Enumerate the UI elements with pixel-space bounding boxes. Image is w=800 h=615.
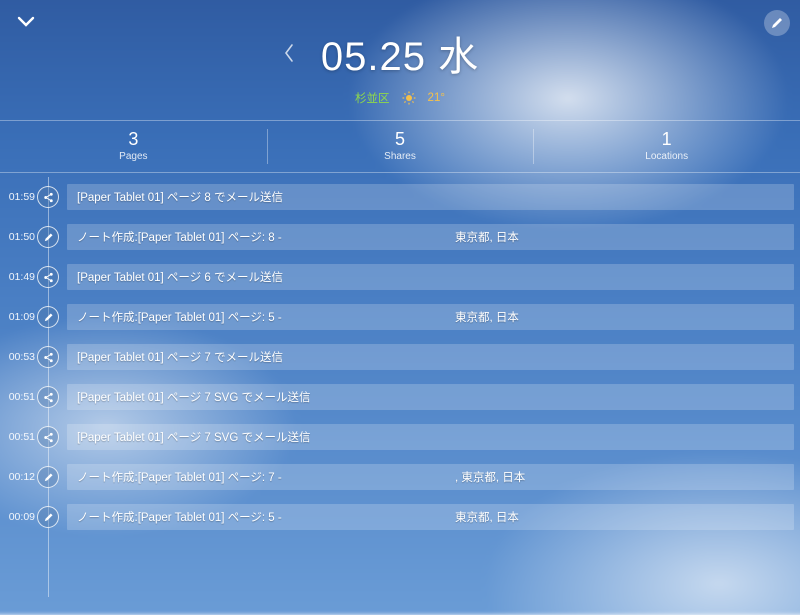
chevron-left-icon (283, 42, 295, 64)
timeline-entry[interactable]: 00:51 [Paper Tablet 01] ページ 7 SVG でメール送信 (0, 377, 800, 417)
entry-text: ノート作成:[Paper Tablet 01] ページ: 8 - (77, 229, 282, 245)
pencil-icon (37, 506, 59, 528)
prev-day-button[interactable] (283, 42, 295, 64)
entry-text: [Paper Tablet 01] ページ 7 SVG でメール送信 (77, 429, 310, 445)
entry-text: ノート作成:[Paper Tablet 01] ページ: 7 - (77, 469, 282, 485)
entry-bar: [Paper Tablet 01] ページ 6 でメール送信 (67, 264, 794, 290)
sun-icon (402, 91, 416, 105)
entry-text: [Paper Tablet 01] ページ 7 SVG でメール送信 (77, 389, 310, 405)
entry-text: [Paper Tablet 01] ページ 7 でメール送信 (77, 349, 283, 365)
entry-time: 01:59 (0, 191, 35, 203)
pencil-icon (37, 306, 59, 328)
timeline-entry[interactable]: 00:51 [Paper Tablet 01] ページ 7 SVG でメール送信 (0, 417, 800, 457)
timeline-entry[interactable]: 01:49 [Paper Tablet 01] ページ 6 でメール送信 (0, 257, 800, 297)
entry-time: 01:49 (0, 271, 35, 283)
entry-time: 00:12 (0, 471, 35, 483)
header: 05.25 水 杉並区 21° (0, 0, 800, 106)
stats-row: 3 Pages 5 Shares 1 Locations (0, 120, 800, 173)
pencil-icon (37, 466, 59, 488)
date-title: 05.25 水 (321, 24, 479, 82)
stat-count: 1 (533, 129, 800, 150)
entry-text: [Paper Tablet 01] ページ 8 でメール送信 (77, 189, 283, 205)
stat-count: 3 (0, 129, 267, 150)
entry-text: [Paper Tablet 01] ページ 6 でメール送信 (77, 269, 283, 285)
entry-time: 00:53 (0, 351, 35, 363)
stat-label: Locations (533, 151, 800, 162)
timeline-entry[interactable]: 00:53 [Paper Tablet 01] ページ 7 でメール送信 (0, 337, 800, 377)
entry-location: , 東京都, 日本 (455, 469, 655, 485)
temperature: 21° (428, 92, 445, 104)
timeline-entry[interactable]: 00:12 ノート作成:[Paper Tablet 01] ページ: 7 - , 東… (0, 457, 800, 497)
entry-bar: [Paper Tablet 01] ページ 8 でメール送信 (67, 184, 794, 210)
entry-bar: [Paper Tablet 01] ページ 7 SVG でメール送信 (67, 424, 794, 450)
timeline: 01:59 [Paper Tablet 01] ページ 8 でメール送信 01:50… (0, 177, 800, 597)
stat-label: Shares (267, 151, 534, 162)
entry-text: ノート作成:[Paper Tablet 01] ページ: 5 - (77, 309, 282, 325)
entry-bar: [Paper Tablet 01] ページ 7 でメール送信 (67, 344, 794, 370)
entry-time: 01:50 (0, 231, 35, 243)
share-icon (37, 386, 59, 408)
timeline-entry[interactable]: 01:50 ノート作成:[Paper Tablet 01] ページ: 8 - 東京都… (0, 217, 800, 257)
entry-time: 00:51 (0, 391, 35, 403)
share-icon (37, 346, 59, 368)
entry-location: 東京都, 日本 (455, 229, 655, 245)
stat-count: 5 (267, 129, 534, 150)
stat-shares[interactable]: 5 Shares (267, 121, 534, 172)
timeline-entry[interactable]: 00:09 ノート作成:[Paper Tablet 01] ページ: 5 - 東京都… (0, 497, 800, 537)
entry-bar: [Paper Tablet 01] ページ 7 SVG でメール送信 (67, 384, 794, 410)
stat-pages[interactable]: 3 Pages (0, 121, 267, 172)
entry-bar: ノート作成:[Paper Tablet 01] ページ: 5 - 東京都, 日本 (67, 304, 794, 330)
entry-time: 00:09 (0, 511, 35, 523)
entry-location: 東京都, 日本 (455, 309, 655, 325)
timeline-entry[interactable]: 01:09 ノート作成:[Paper Tablet 01] ページ: 5 - 東京都… (0, 297, 800, 337)
entry-location: 東京都, 日本 (455, 509, 655, 525)
share-icon (37, 426, 59, 448)
weather-row: 杉並区 21° (0, 90, 800, 106)
entry-time: 00:51 (0, 431, 35, 443)
entry-text: ノート作成:[Paper Tablet 01] ページ: 5 - (77, 509, 282, 525)
entry-time: 01:09 (0, 311, 35, 323)
stat-locations[interactable]: 1 Locations (533, 121, 800, 172)
entry-bar: ノート作成:[Paper Tablet 01] ページ: 7 - , 東京都, 日… (67, 464, 794, 490)
location-name: 杉並区 (355, 90, 390, 106)
timeline-entry[interactable]: 01:59 [Paper Tablet 01] ページ 8 でメール送信 (0, 177, 800, 217)
share-icon (37, 266, 59, 288)
stat-label: Pages (0, 151, 267, 162)
entry-bar: ノート作成:[Paper Tablet 01] ページ: 5 - 東京都, 日本 (67, 504, 794, 530)
pencil-icon (37, 226, 59, 248)
entry-bar: ノート作成:[Paper Tablet 01] ページ: 8 - 東京都, 日本 (67, 224, 794, 250)
share-icon (37, 186, 59, 208)
